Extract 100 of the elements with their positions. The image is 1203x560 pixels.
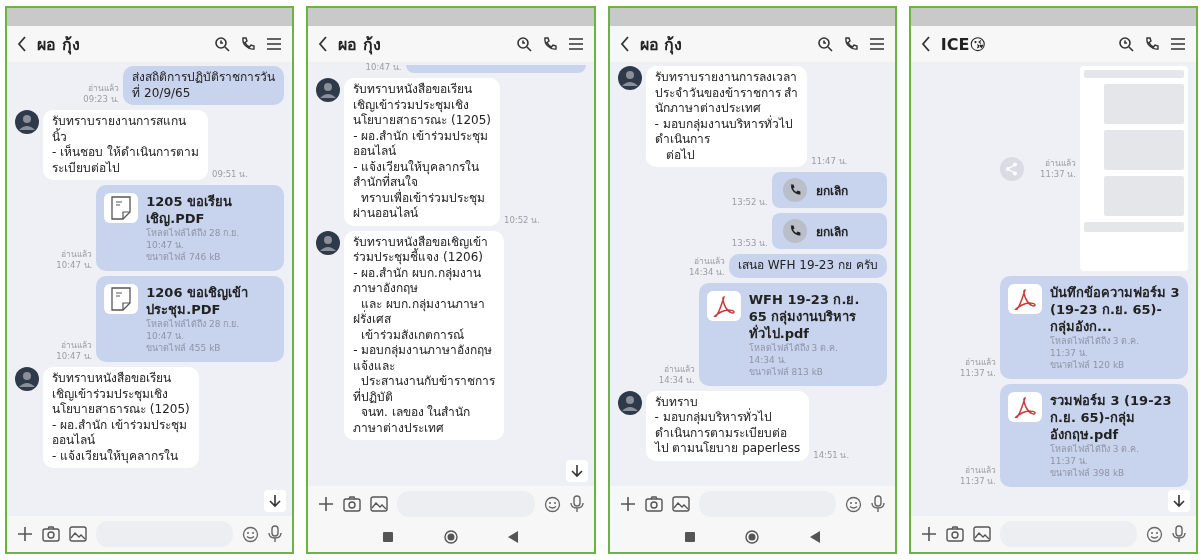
- avatar-icon[interactable]: [617, 66, 642, 90]
- file-message[interactable]: WFH 19-23 ก.ย. 65 กลุ่มงานบริหารทั่วไป.pdf โหลดไฟล์ได้ถึง 3 ต.ค. 14:34 น. ขนาดไฟล์ 813 kB: [698, 282, 887, 386]
- chat-title: ผอ กุ้ง: [639, 33, 684, 57]
- camera-icon[interactable]: [343, 496, 362, 512]
- file-message[interactable]: บันทึกข้อความฟอร์ม 3 (19-23 ก.ย. 65)-กลุ่มอังก... โหลดไฟล์ได้ถึง 3 ต.ค. 11:37 น. ขนาดไฟล์ 120 kB: [1000, 276, 1188, 379]
- file-size: ขนาดไฟล์ 455 kB: [146, 342, 222, 354]
- camera-icon[interactable]: [644, 496, 663, 512]
- phone-icon[interactable]: [842, 36, 859, 52]
- down-arrow-icon: [1173, 494, 1185, 508]
- emoji-icon[interactable]: [242, 525, 260, 543]
- camera-icon[interactable]: [42, 526, 60, 542]
- menu-icon[interactable]: [567, 37, 584, 51]
- search-icon[interactable]: [515, 36, 532, 52]
- back-icon[interactable]: [619, 36, 630, 52]
- chat-title: ผอ กุ้ง: [37, 33, 81, 57]
- home-icon[interactable]: [443, 530, 458, 544]
- phone-icon: [781, 218, 808, 244]
- phone-icon[interactable]: [1144, 36, 1160, 52]
- read-receipt: อ่านแล้ว: [663, 363, 695, 375]
- back-icon[interactable]: [809, 531, 820, 543]
- scroll-down-button[interactable]: [1168, 490, 1190, 512]
- message-time: 09:51 น.: [211, 169, 248, 180]
- file-expiry-time: 14:34 น.: [748, 353, 788, 366]
- search-icon[interactable]: [1118, 36, 1134, 52]
- pdf-file-icon: [1008, 392, 1042, 422]
- file-name: รวมฟอร์ม 3 (19-23 ก.ย. 65)-กลุ่มอังกฤษ.pdf: [1050, 392, 1173, 443]
- phone-icon[interactable]: [541, 36, 558, 52]
- screenshot-thumbnail[interactable]: [1080, 66, 1188, 271]
- message-bubble: รับทราบรายงานการสแกน นิ้ว - เห็นชอบ ให้ดำเนินการตาม ระเบียบต่อไป: [43, 110, 208, 180]
- file-expiry: โหลดไฟล์ได้ถึง 28 ก.ย.: [146, 227, 241, 239]
- file-message[interactable]: 1205 ขอเรียนเชิญ.PDF โหลดไฟล์ได้ถึง 28 ก.ย. 10:47 น. ขนาดไฟล์ 746 kB: [96, 185, 285, 271]
- menu-icon[interactable]: [266, 37, 283, 51]
- down-arrow-icon: [269, 494, 282, 508]
- plus-icon[interactable]: [318, 496, 335, 512]
- file-message[interactable]: 1206 ขอเชิญเข้าประชุม.PDF โหลดไฟล์ได้ถึง 28 ก.ย. 10:47 น. ขนาดไฟล์ 455 kB: [96, 276, 285, 362]
- message-bubble: รับทราบ - มอบกลุ่มบริหารทั่วไป ดำเนินการตามระเบียบต่อ ไป ตามนโยบาย paperless: [645, 390, 810, 461]
- call-message[interactable]: ยกเลิก: [771, 172, 887, 208]
- emoji-icon[interactable]: [1146, 525, 1163, 543]
- message-time: 10:52 น.: [503, 214, 540, 226]
- message-time: 11:47 น.: [811, 156, 848, 167]
- avatar-icon[interactable]: [316, 230, 341, 255]
- message-time: 09:23 น.: [83, 94, 120, 105]
- search-icon[interactable]: [214, 36, 231, 52]
- microphone-icon[interactable]: [1172, 525, 1186, 543]
- file-expiry: โหลดไฟล์ได้ถึง 3 ต.ค.: [1050, 443, 1141, 455]
- plus-icon[interactable]: [920, 526, 937, 542]
- message-time: 10:47 น.: [56, 351, 93, 362]
- scroll-down-button[interactable]: [565, 460, 588, 482]
- menu-icon[interactable]: [868, 37, 885, 51]
- avatar-icon[interactable]: [15, 367, 39, 391]
- down-arrow-icon: [570, 464, 583, 478]
- message-time: 10:47 น.: [365, 62, 402, 73]
- file-name: 1206 ขอเชิญเข้าประชุม.PDF: [146, 284, 249, 318]
- image-icon[interactable]: [69, 526, 87, 542]
- image-icon[interactable]: [972, 526, 991, 542]
- recent-apps-icon[interactable]: [383, 532, 394, 542]
- avatar-icon[interactable]: [617, 390, 642, 415]
- message-bubble: รับทราบรายงานการลงเวลา ประจำวันของข้าราชการ สำ นักภาษาต่างประเทศ - มอบกลุ่มงานบริหารทั่วไป ดำเนินการ ต่อไป: [645, 66, 808, 167]
- message-bubble: ส่งสถิติการปฏิบัติราชการวัน ที่ 20/9/65: [123, 66, 285, 105]
- file-expiry: โหลดไฟล์ได้ถึง 28 ก.ย.: [146, 318, 241, 330]
- file-expiry-time: 10:47 น.: [146, 330, 185, 342]
- microphone-icon[interactable]: [268, 525, 283, 543]
- call-message[interactable]: ยกเลิก: [771, 213, 887, 249]
- file-name: WFH 19-23 ก.ย. 65 กลุ่มงานบริหารทั่วไป.pdf: [748, 290, 861, 342]
- microphone-icon[interactable]: [569, 495, 584, 513]
- file-expiry-time: 10:47 น.: [146, 239, 185, 251]
- file-expiry: โหลดไฟล์ได้ถึง 3 ต.ค.: [748, 341, 839, 354]
- message-time: 11:37 น.: [960, 368, 996, 379]
- back-icon[interactable]: [508, 531, 519, 543]
- back-icon[interactable]: [17, 36, 27, 52]
- menu-icon[interactable]: [1170, 37, 1186, 51]
- home-icon[interactable]: [745, 530, 760, 544]
- scroll-down-button[interactable]: [264, 490, 287, 512]
- recent-apps-icon[interactable]: [684, 532, 695, 542]
- emoji-icon[interactable]: [543, 495, 561, 513]
- emoji-icon[interactable]: [844, 495, 862, 513]
- message-bubble: รับทราบหนังสือขอเรียน เชิญเข้าร่วมประชุมเชิง นโยบายสาธารณะ (1205) - ผอ.สำนัก เข้าร่วมประชุม ออนไลน์ - แจ้งเวียนให้บุคลากรใน: [43, 367, 199, 468]
- avatar-icon[interactable]: [316, 78, 341, 102]
- avatar-icon[interactable]: [15, 110, 39, 134]
- call-status: ยกเลิก: [815, 182, 848, 200]
- message-time: 14:34 น.: [658, 374, 695, 386]
- camera-icon[interactable]: [945, 526, 964, 542]
- file-message[interactable]: รวมฟอร์ม 3 (19-23 ก.ย. 65)-กลุ่มอังกฤษ.pdf โหลดไฟล์ได้ถึง 3 ต.ค. 11:37 น. ขนาดไฟล์ 398 kB: [1000, 384, 1188, 487]
- message-time: 11:37 น.: [1040, 168, 1076, 180]
- plus-icon[interactable]: [619, 496, 636, 512]
- image-icon[interactable]: [671, 496, 690, 512]
- message-time: 11:37 น.: [960, 476, 996, 487]
- back-icon[interactable]: [920, 36, 931, 52]
- phone-icon[interactable]: [240, 36, 257, 52]
- chat-title: ผอ กุ้ง: [338, 33, 382, 57]
- phone-icon: [781, 177, 808, 203]
- plus-icon[interactable]: [17, 526, 33, 542]
- back-icon[interactable]: [318, 36, 329, 52]
- message-time: 10:47 น.: [56, 260, 93, 271]
- read-receipt: อ่านแล้ว: [88, 83, 120, 94]
- microphone-icon[interactable]: [870, 495, 885, 513]
- read-receipt: อ่านแล้ว: [1045, 157, 1076, 169]
- image-icon[interactable]: [370, 496, 389, 512]
- file-expiry-time: 11:37 น.: [1050, 455, 1089, 467]
- search-icon[interactable]: [816, 36, 833, 52]
